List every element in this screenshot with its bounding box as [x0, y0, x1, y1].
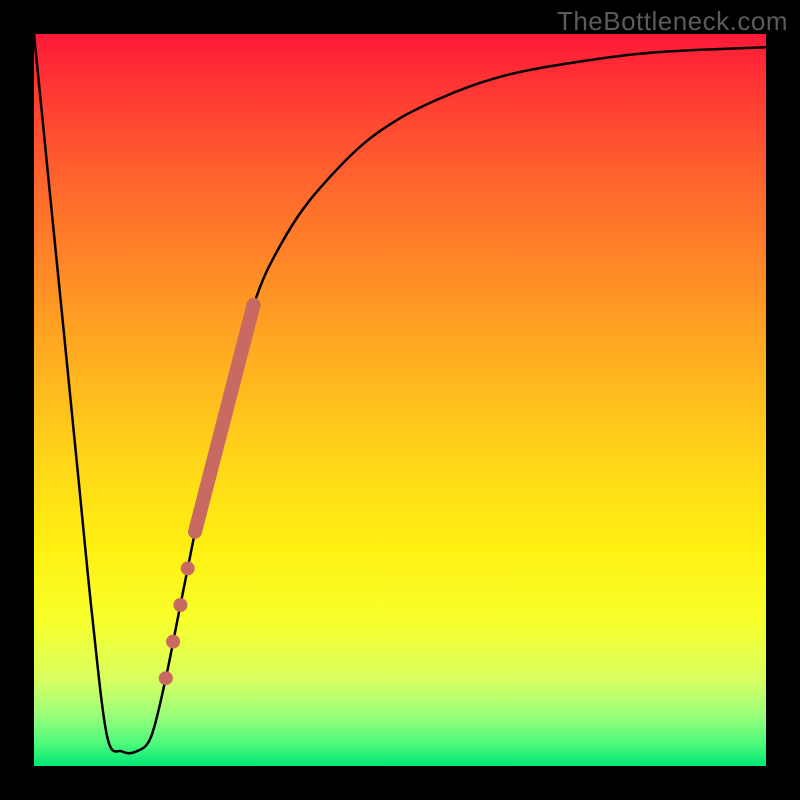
highlight-dot	[181, 561, 195, 575]
watermark-text: TheBottleneck.com	[557, 6, 788, 37]
plot-area	[34, 34, 766, 766]
chart-frame: TheBottleneck.com	[0, 0, 800, 800]
bottleneck-curve	[34, 34, 766, 753]
highlight-dot	[166, 635, 180, 649]
highlight-dot	[173, 598, 187, 612]
chart-svg	[34, 34, 766, 766]
highlight-dot	[159, 671, 173, 685]
highlight-segment	[195, 305, 254, 532]
